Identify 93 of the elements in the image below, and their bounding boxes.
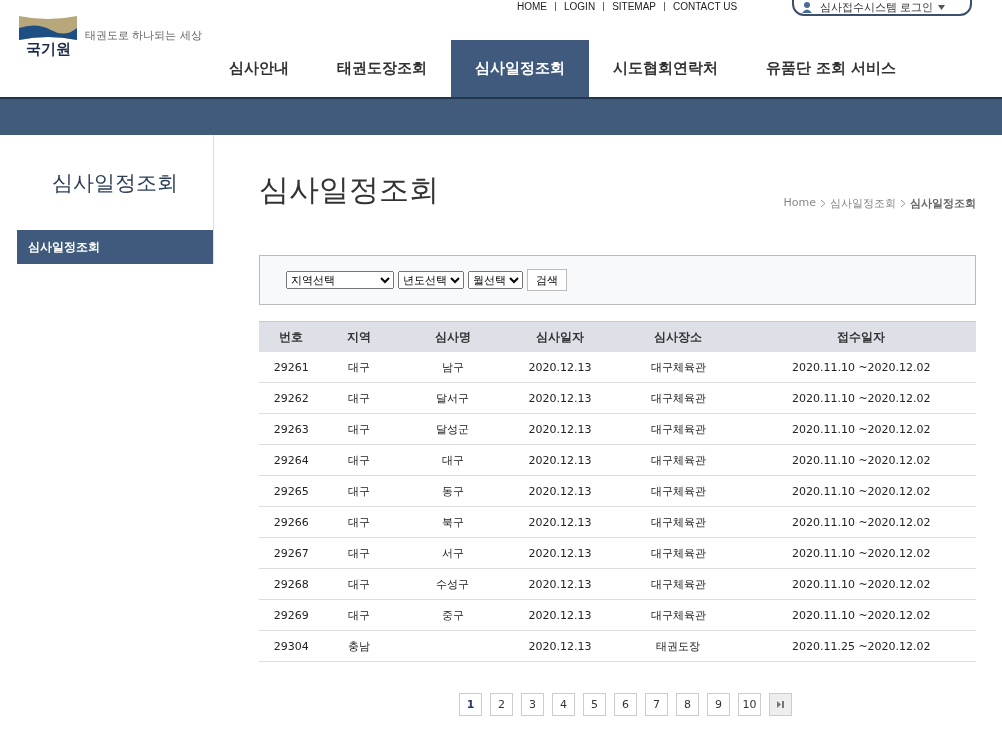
table-cell: 29265 (259, 475, 324, 507)
table-cell: 2020.11.25 ~2020.12.02 (746, 630, 976, 662)
filter-select[interactable]: 년도선택 (398, 271, 464, 289)
table-cell: 2020.11.10 ~2020.12.02 (746, 506, 976, 538)
table-cell: 2020.11.10 ~2020.12.02 (746, 475, 976, 507)
breadcrumb-item: 심사일정조회 (830, 196, 896, 211)
table-cell: 2020.12.13 (509, 568, 611, 600)
table-cell: 2020.12.13 (509, 506, 611, 538)
breadcrumb-item: 심사일정조회 (910, 196, 976, 211)
page-button[interactable]: 1 (459, 693, 482, 716)
table-cell: 대구 (323, 599, 396, 631)
table-cell: 서구 (395, 537, 510, 569)
table-cell: 29304 (259, 630, 324, 662)
table-cell: 2020.11.10 ~2020.12.02 (746, 413, 976, 445)
table-cell: 달서구 (395, 382, 510, 414)
table-cell: 2020.11.10 ~2020.12.02 (746, 352, 976, 383)
table-cell: 29262 (259, 382, 324, 414)
table-cell: 대구 (323, 506, 396, 538)
table-cell: 대구 (323, 352, 396, 383)
filter-select[interactable]: 월선택 (468, 271, 523, 289)
table-cell: 대구 (323, 568, 396, 600)
table-cell: 2020.11.10 ~2020.12.02 (746, 568, 976, 600)
table-cell: 2020.11.10 ~2020.12.02 (746, 382, 976, 414)
table-cell: 대구 (323, 413, 396, 445)
page-button[interactable]: 5 (583, 693, 606, 716)
table-cell: 대구체육관 (610, 413, 747, 445)
table-cell: 29268 (259, 568, 324, 600)
table-cell: 달성군 (395, 413, 510, 445)
table-cell: 대구체육관 (610, 382, 747, 414)
top-link[interactable]: LOGIN (564, 1, 596, 12)
filter-select[interactable]: 지역선택 (286, 271, 394, 289)
table-cell: 남구 (395, 352, 510, 383)
table-cell: 수성구 (395, 568, 510, 600)
table-cell: 동구 (395, 475, 510, 507)
table-cell: 대구체육관 (610, 352, 747, 383)
table-cell: 2020.12.13 (509, 630, 611, 662)
page-button[interactable]: 9 (707, 693, 730, 716)
page-title: 심사일정조회 (259, 171, 439, 209)
table-cell: 대구체육관 (610, 599, 747, 631)
top-link[interactable]: CONTACT US (673, 1, 738, 12)
top-link[interactable]: HOME (517, 1, 547, 12)
table-cell: 충남 (323, 630, 396, 662)
table-cell: 중구 (395, 599, 510, 631)
table-cell: 대구체육관 (610, 568, 747, 600)
table-cell: 29261 (259, 352, 324, 383)
table-cell: 태권도장 (610, 630, 747, 662)
table-cell: 29266 (259, 506, 324, 538)
table-cell: 2020.12.13 (509, 413, 611, 445)
column-header: 심사장소 (610, 321, 747, 352)
table-cell: 29269 (259, 599, 324, 631)
table-cell: 2020.11.10 ~2020.12.02 (746, 599, 976, 631)
table-cell: 2020.12.13 (509, 537, 611, 569)
table-cell: 29263 (259, 413, 324, 445)
page-button[interactable]: 7 (645, 693, 668, 716)
table-cell: 2020.12.13 (509, 444, 611, 476)
page-button[interactable]: 8 (676, 693, 699, 716)
sidebar-item[interactable]: 심사일정조회 (17, 230, 213, 264)
table-cell: 2020.12.13 (509, 475, 611, 507)
table-cell: 29264 (259, 444, 324, 476)
table-cell: 29267 (259, 537, 324, 569)
table-cell: 대구 (395, 444, 510, 476)
breadcrumb-item[interactable]: Home (783, 196, 816, 211)
table-cell: 대구체육관 (610, 506, 747, 538)
table-cell: 2020.11.10 ~2020.12.02 (746, 444, 976, 476)
column-header: 번호 (259, 321, 324, 352)
logo-text: 국기원 (25, 42, 71, 57)
page-button[interactable]: 4 (552, 693, 575, 716)
table-cell: 2020.11.10 ~2020.12.02 (746, 537, 976, 569)
search-button[interactable]: 검색 (527, 269, 567, 291)
table-cell: 대구체육관 (610, 444, 747, 476)
page-button[interactable]: 3 (521, 693, 544, 716)
nav-tab[interactable]: 심사일정조회 (451, 40, 589, 97)
table-cell: 대구체육관 (610, 475, 747, 507)
column-header: 심사명 (395, 321, 510, 352)
column-header: 접수일자 (746, 321, 976, 352)
table-cell: 대구 (323, 444, 396, 476)
page-button[interactable]: 2 (490, 693, 513, 716)
top-link[interactable]: SITEMAP (612, 1, 657, 12)
page-button[interactable]: 10 (738, 693, 761, 716)
table-cell: 2020.12.13 (509, 352, 611, 383)
table-cell: 대구 (323, 475, 396, 507)
login-button[interactable]: 심사접수시스템 로그인 (792, 0, 972, 16)
tagline: 태권도로 하나되는 세상 (85, 28, 202, 43)
column-header: 심사일자 (509, 321, 611, 352)
table-cell: 대구체육관 (610, 537, 747, 569)
sidebar-title: 심사일정조회 (51, 169, 179, 197)
table-cell: 북구 (395, 506, 510, 538)
table-cell: 2020.12.13 (509, 599, 611, 631)
table-cell: 2020.12.13 (509, 382, 611, 414)
column-header: 지역 (323, 321, 396, 352)
table-cell: 대구 (323, 537, 396, 569)
table-cell: 대구 (323, 382, 396, 414)
page-button[interactable]: 6 (614, 693, 637, 716)
